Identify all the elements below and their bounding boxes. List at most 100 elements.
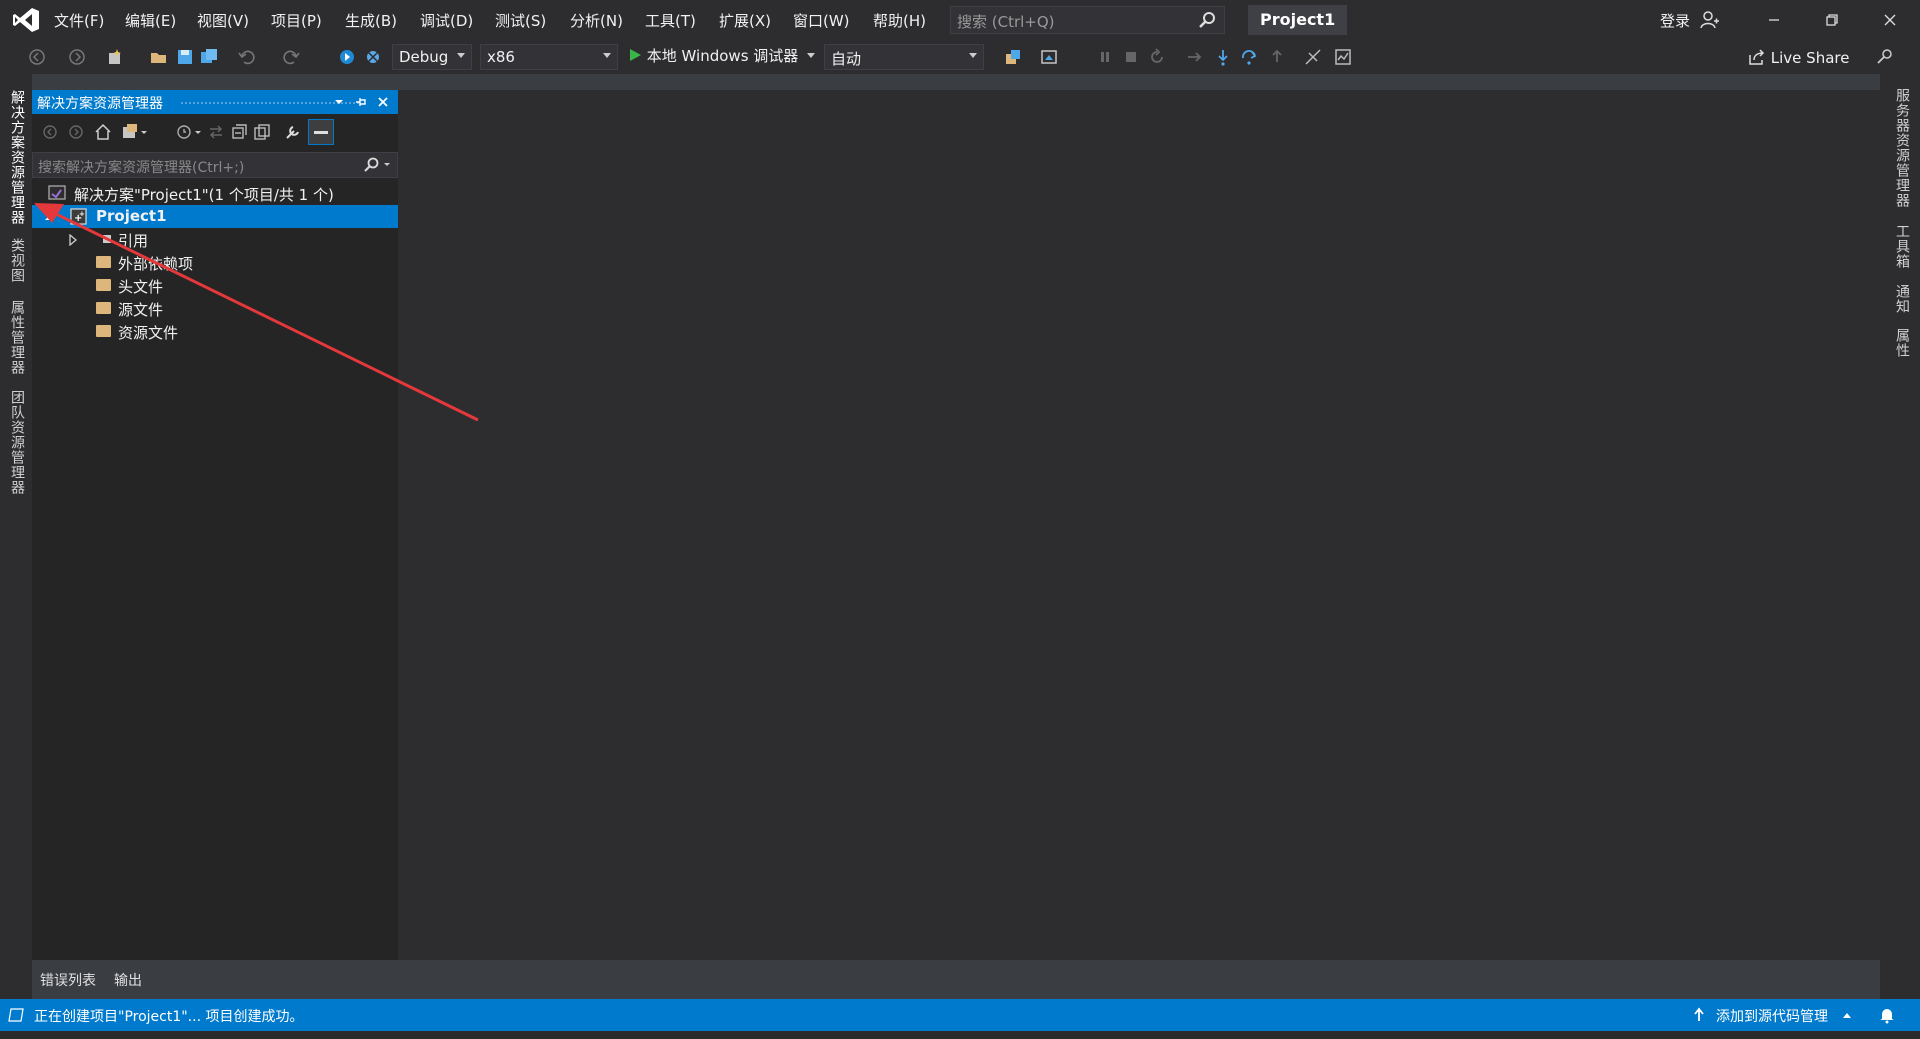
step-over-icon[interactable] [1240,48,1258,66]
expand-arrow-icon[interactable] [42,213,52,221]
external-dependencies-label: 外部依赖项 [118,255,194,273]
tree-item-header-files[interactable]: 头文件 [32,274,398,297]
save-icon[interactable] [176,48,194,66]
preview-selected-items-toggle[interactable] [308,119,334,145]
save-all-icon[interactable] [200,48,218,66]
menu-extensions[interactable]: 扩展(X) [719,10,771,31]
restart-icon[interactable] [1148,48,1166,66]
redo-icon[interactable] [282,48,300,66]
tab-properties[interactable]: 属性 [1892,328,1912,358]
solution-explorer-toolbar [32,116,398,148]
properties-wrench-icon[interactable] [284,123,302,141]
tab-notifications[interactable]: 通知 [1892,284,1912,314]
stop-icon[interactable] [1122,48,1140,66]
resource-files-label: 资源文件 [118,324,179,342]
menu-file[interactable]: 文件(F) [54,10,104,31]
forward-icon[interactable] [68,124,84,140]
pause-icon[interactable] [1096,48,1114,66]
step-out-icon[interactable] [1268,48,1286,66]
project-title: Project1 [1248,5,1348,35]
tab-toolbox[interactable]: 工具箱 [1892,224,1912,269]
tree-item-solution[interactable]: 解决方案"Project1"(1 个项目/共 1 个) [32,182,398,205]
tab-solution-explorer[interactable]: 解决方案资源管理器 [7,90,27,225]
solution-explorer-title: 解决方案资源管理器 [37,96,163,112]
solution-explorer-search-input[interactable]: 搜索解决方案资源管理器(Ctrl+;) [32,152,398,178]
tab-server-explorer[interactable]: 服务器资源管理器 [1892,88,1912,208]
tree-item-source-files[interactable]: 源文件 [32,297,398,320]
menu-view[interactable]: 视图(V) [197,10,249,31]
menu-analyze[interactable]: 分析(N) [570,10,623,31]
solution-explorer-header[interactable]: 解决方案资源管理器 [32,90,398,114]
attach-process-icon[interactable] [1004,48,1022,66]
editor-area [398,90,1880,960]
upload-arrow-icon [1694,1007,1704,1021]
open-file-icon[interactable] [150,48,168,66]
back-icon[interactable] [42,124,58,140]
feedback-icon[interactable] [1876,48,1894,66]
show-next-statement-icon[interactable] [1186,48,1204,66]
sync-with-document-icon[interactable] [208,124,224,140]
tab-error-list[interactable]: 错误列表 [40,970,96,990]
left-tool-window-strip: 解决方案资源管理器 类视图 属性管理器 团队资源管理器 [0,74,32,999]
screenshot-icon[interactable] [1040,48,1058,66]
collapse-all-icon[interactable] [232,124,248,140]
pending-changes-filter-icon[interactable] [176,123,202,141]
menu-debug[interactable]: 调试(D) [420,10,473,31]
switch-views-icon[interactable] [122,123,148,141]
tree-item-resource-files[interactable]: 资源文件 [32,320,398,343]
navigate-back-icon[interactable] [28,48,46,66]
start-debugging-button[interactable]: 本地 Windows 调试器 [628,45,816,66]
breakpoints-icon[interactable] [1304,48,1322,66]
login-link[interactable]: 登录 [1660,10,1690,31]
menu-tools[interactable]: 工具(T) [645,10,696,31]
step-into-icon[interactable] [1214,48,1232,66]
menu-project[interactable]: 项目(P) [271,10,322,31]
add-to-source-control-button[interactable]: 添加到源代码管理 [1716,1006,1828,1026]
menu-build[interactable]: 生成(B) [345,10,397,31]
tree-item-references[interactable]: 引用 [32,228,398,251]
solution-configuration-dropdown[interactable]: Debug [392,44,472,70]
references-icon [103,235,111,243]
tab-class-view[interactable]: 类视图 [7,238,27,283]
menu-edit[interactable]: 编辑(E) [125,10,176,31]
bottom-tool-tabs: 错误列表 输出 [32,962,1880,998]
menu-help[interactable]: 帮助(H) [873,10,926,31]
notification-bell-icon[interactable] [1878,1006,1896,1024]
title-bar: 文件(F) 编辑(E) 视图(V) 项目(P) 生成(B) 调试(D) 测试(S… [0,0,1920,40]
home-icon[interactable] [94,123,112,141]
undo-icon[interactable] [238,48,256,66]
collapse-arrow-icon[interactable] [68,234,78,246]
tree-item-external-dependencies[interactable]: 外部依赖项 [32,251,398,274]
live-share-button[interactable]: Live Share [1748,49,1849,67]
pin-icon[interactable] [354,95,368,109]
menu-window[interactable]: 窗口(W) [793,10,850,31]
debug-tools-icon[interactable] [364,48,382,66]
diagnostic-tools-icon[interactable] [1334,48,1352,66]
debug-mode-dropdown[interactable]: 自动 [824,44,984,70]
close-panel-icon[interactable] [376,95,390,109]
menu-test[interactable]: 测试(S) [495,10,546,31]
minimize-icon[interactable] [1762,8,1786,32]
show-all-files-icon[interactable] [254,124,270,140]
tab-output[interactable]: 输出 [114,970,142,990]
tab-team-explorer[interactable]: 团队资源管理器 [7,390,27,495]
user-icon[interactable] [1700,10,1720,30]
new-project-icon[interactable] [106,48,124,66]
search-options-icon[interactable] [363,157,393,173]
folder-icon [96,302,111,314]
chevron-up-icon[interactable] [1842,1011,1852,1019]
navigate-forward-icon[interactable] [68,48,86,66]
close-window-icon[interactable] [1878,8,1902,32]
folder-icon [96,256,111,268]
solution-platform-dropdown[interactable]: x86 [480,44,618,70]
restore-icon[interactable] [1820,8,1844,32]
window-position-dropdown-icon[interactable] [334,97,344,107]
solution-icon [48,185,66,200]
browser-link-icon[interactable] [338,48,356,66]
folder-icon [96,325,111,337]
tree-item-project[interactable]: + + Project1 [32,205,398,228]
platform-value: x86 [487,48,515,66]
tab-property-manager[interactable]: 属性管理器 [7,300,27,375]
quick-search-input[interactable]: 搜索 (Ctrl+Q) [950,6,1225,34]
quick-search-placeholder: 搜索 (Ctrl+Q) [957,13,1055,31]
